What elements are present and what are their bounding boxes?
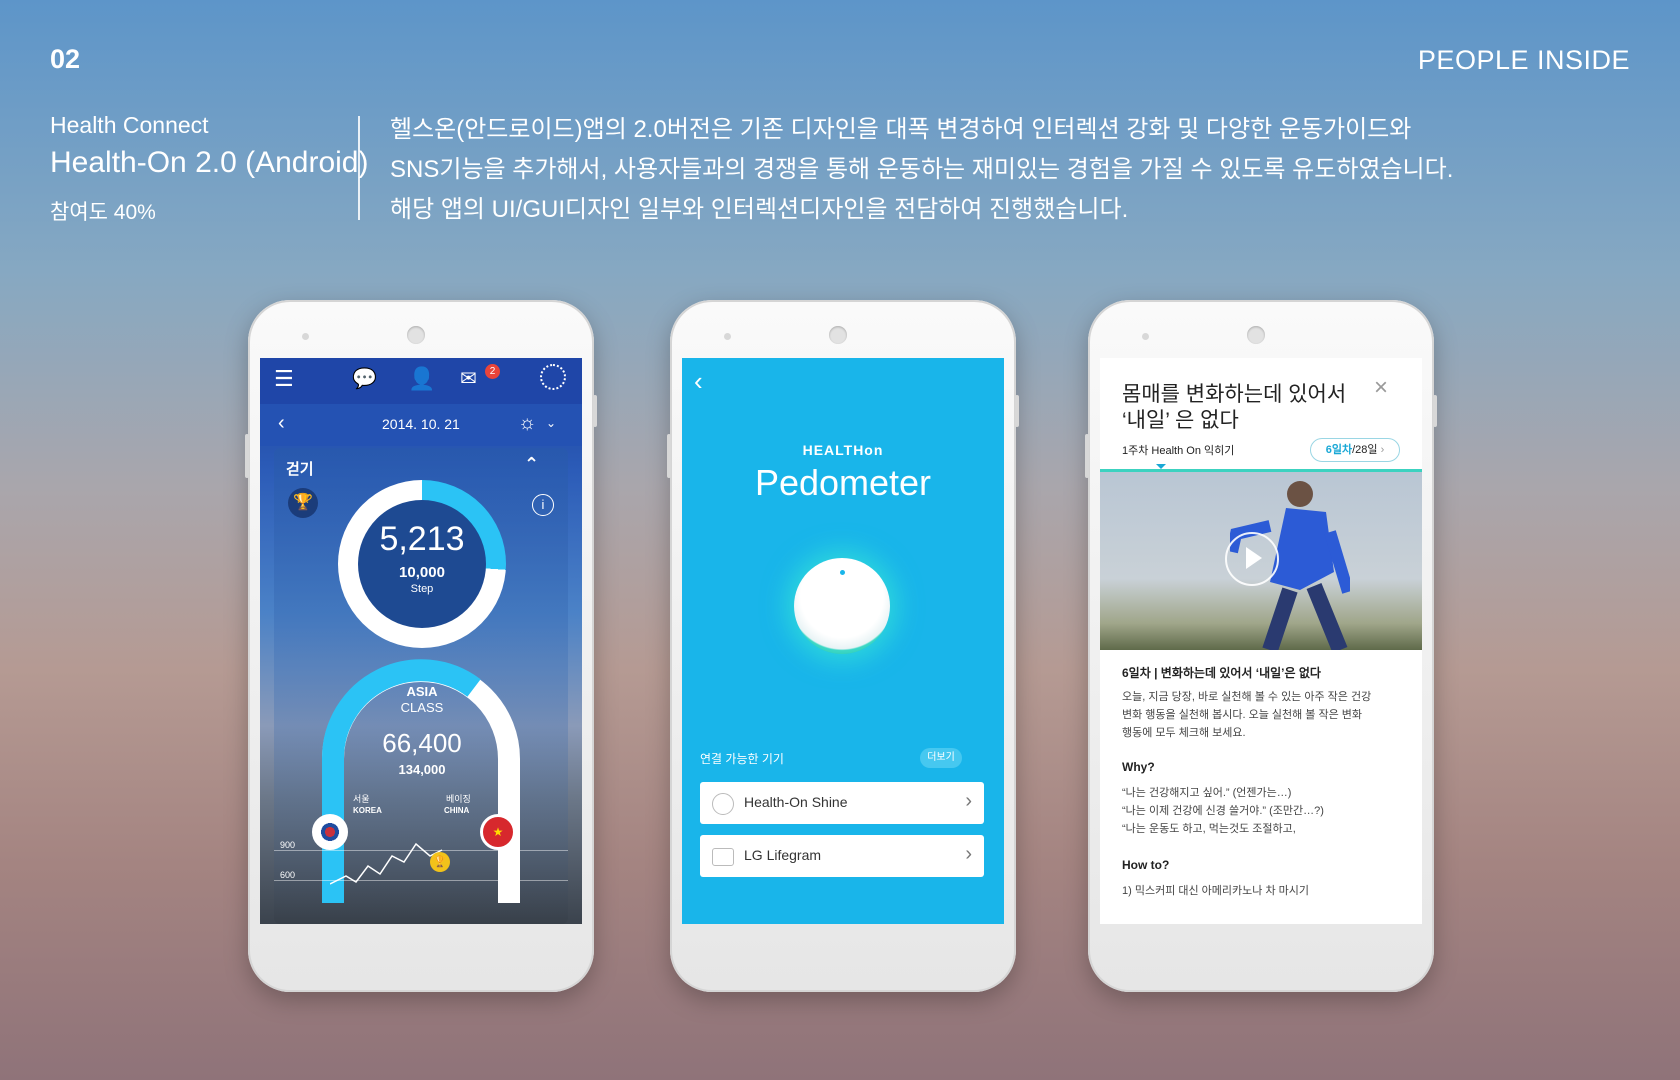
device-icon: [712, 848, 734, 866]
mail-icon[interactable]: ✉: [460, 366, 477, 391]
project-category: Health Connect: [50, 112, 209, 138]
back-icon[interactable]: ‹: [694, 366, 703, 397]
date-label: 2014. 10. 21: [382, 416, 460, 432]
y-tick-label: 900: [280, 840, 296, 850]
sun-icon[interactable]: ☼: [518, 412, 536, 435]
step-count: 5,213: [379, 520, 465, 558]
screen-exercise-guide: 몸매를 변화하는데 있어서 ‘내일’ 은 없다 × 1주차 Health On …: [1100, 358, 1422, 924]
volume-button: [1085, 434, 1089, 478]
page-number: 02: [50, 44, 81, 74]
why-heading: Why?: [1122, 760, 1155, 774]
person-icon[interactable]: 👤: [408, 366, 435, 392]
devices-label: 연결 가능한 기기: [700, 752, 784, 766]
guide-title-line2: ‘내일’ 은 없다: [1122, 409, 1239, 432]
device-item-shine[interactable]: Health-On Shine ›: [700, 782, 984, 824]
device-name: Health-On Shine: [744, 794, 848, 810]
screen-pedometer-connect: ‹ HEALTHon Pedometer 연결 가능한 기기 더보기 Healt…: [682, 358, 1004, 924]
why-line: “나는 건강해지고 싶어.” (언젠가는…): [1122, 787, 1292, 799]
device-item-lifegram[interactable]: LG Lifegram ›: [700, 835, 984, 877]
power-button: [1433, 395, 1437, 427]
why-line: “나는 운동도 하고, 먹는것도 조절하고,: [1122, 823, 1296, 835]
power-button: [1015, 395, 1019, 427]
screen-pedometer-dashboard: ☰ 💬 👤 ✉ 2 ‹ 2014. 10. 21 ☼ ⌄ 걷기 ⌃ 🏆 i 5,…: [260, 358, 582, 924]
day-current: 6일차: [1325, 444, 1353, 456]
exercise-video-thumbnail[interactable]: [1100, 472, 1422, 650]
chevron-right-icon: ›: [1380, 444, 1385, 456]
info-icon[interactable]: i: [532, 494, 554, 516]
chevron-right-icon: ›: [965, 790, 972, 812]
body-line: 행동에 모두 체크해 보세요.: [1122, 727, 1246, 739]
participation-label: 참여도 40%: [50, 201, 156, 224]
date-bar: ‹ 2014. 10. 21 ☼ ⌄: [260, 404, 582, 446]
phone-mockup-3: 몸매를 변화하는데 있어서 ‘내일’ 은 없다 × 1주차 Health On …: [1085, 300, 1437, 992]
trophy-icon[interactable]: 🏆: [288, 488, 318, 518]
step-goal: 10,000: [399, 564, 445, 581]
earpiece: [1247, 326, 1265, 344]
settings-icon[interactable]: [540, 364, 566, 390]
description-line: 해당 앱의 UI/GUI디자인 일부와 인터렉션디자인을 전담하여 진행했습니다…: [390, 196, 1129, 223]
close-icon[interactable]: ×: [1374, 374, 1388, 402]
more-button[interactable]: 더보기: [920, 748, 962, 768]
trophy-marker-icon[interactable]: 🏆: [430, 852, 450, 872]
class-label-2: CLASS: [400, 700, 444, 715]
day-total: /28일: [1352, 444, 1378, 456]
device-icon: [712, 793, 734, 815]
project-description: 헬스온(안드로이드)앱의 2.0버전은 기존 디자인을 대폭 변경하여 인터렉션…: [390, 110, 1453, 230]
earpiece: [407, 326, 425, 344]
description-line: SNS기능을 추가해서, 사용자들과의 경쟁을 통해 운동하는 재미있는 경험을…: [390, 156, 1454, 183]
chevron-right-icon: ›: [965, 843, 972, 865]
description-line: 헬스온(안드로이드)앱의 2.0버전은 기존 디자인을 대폭 변경하여 인터렉션…: [390, 116, 1412, 143]
brand-label: PEOPLE INSIDE: [1417, 45, 1630, 75]
front-camera: [724, 333, 731, 340]
menu-icon[interactable]: ☰: [274, 366, 294, 392]
country-label-1: KOREA: [353, 806, 382, 815]
class-step-total: 134,000: [398, 762, 446, 777]
class-label-1: ASIA: [406, 684, 438, 699]
day-heading: 6일차 | 변화하는데 있어서 ‘내일’은 없다: [1122, 666, 1321, 680]
day-progress-pill[interactable]: 6일차/28일 ›: [1310, 438, 1400, 462]
indicator-dot: [840, 570, 845, 575]
notification-badge: 2: [485, 364, 500, 379]
how-line: 1) 믹스커피 대신 아메리카노나 차 마시기: [1122, 885, 1309, 897]
chat-icon[interactable]: 💬: [352, 366, 377, 391]
play-icon[interactable]: [1225, 532, 1279, 586]
volume-button: [245, 434, 249, 478]
how-heading: How to?: [1122, 858, 1170, 872]
back-icon[interactable]: ‹: [278, 412, 285, 435]
front-camera: [1142, 333, 1149, 340]
chevron-up-icon[interactable]: ⌃: [524, 454, 539, 475]
city-label-2: 베이징: [446, 794, 471, 804]
brand-logo: HEALTHon: [802, 442, 884, 458]
screen-title: Pedometer: [754, 462, 932, 503]
week-subtitle: 1주차 Health On 익히기: [1122, 445, 1235, 457]
earpiece: [829, 326, 847, 344]
trend-line: [330, 842, 443, 885]
front-camera: [302, 333, 309, 340]
phone-mockup-1: ☰ 💬 👤 ✉ 2 ‹ 2014. 10. 21 ☼ ⌄ 걷기 ⌃ 🏆 i 5,…: [245, 300, 597, 992]
progress-marker: [1156, 464, 1166, 469]
country-label-2: CHINA: [444, 806, 470, 815]
step-unit: Step: [410, 583, 434, 595]
chevron-down-icon[interactable]: ⌄: [546, 416, 556, 430]
why-line: “나는 이제 건강에 신경 쓸거야.” (조만간…?): [1122, 805, 1324, 817]
device-name: LG Lifegram: [744, 847, 822, 863]
y-tick-label: 600: [280, 870, 296, 880]
body-line: 오늘, 지금 당장, 바로 실천해 볼 수 있는 아주 작은 건강: [1122, 691, 1372, 703]
phone-mockup-2: ‹ HEALTHon Pedometer 연결 가능한 기기 더보기 Healt…: [667, 300, 1019, 992]
volume-button: [667, 434, 671, 478]
power-button: [593, 395, 597, 427]
china-flag-icon[interactable]: ★: [480, 814, 516, 850]
header-divider: [358, 116, 360, 220]
card-title: 걷기: [286, 461, 314, 478]
body-line: 변화 행동을 실천해 봅시다. 오늘 실천해 볼 작은 변화: [1122, 709, 1363, 721]
project-title: Health-On 2.0 (Android): [50, 146, 369, 179]
pedometer-device-button[interactable]: [794, 558, 890, 654]
city-label-1: 서울: [353, 794, 370, 804]
class-step-count: 66,400: [382, 728, 462, 758]
app-top-bar: ☰ 💬 👤 ✉ 2: [260, 358, 582, 404]
